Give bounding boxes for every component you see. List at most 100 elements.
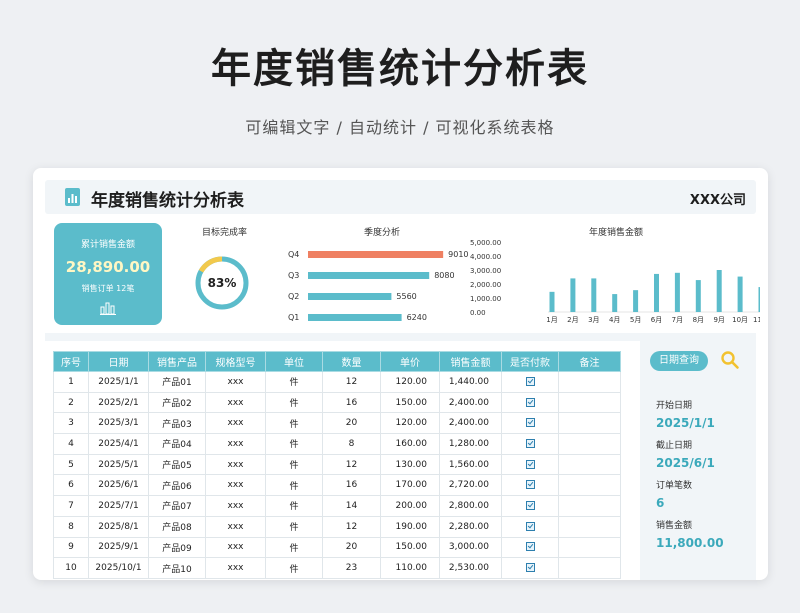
table-cell[interactable]: 件	[265, 495, 323, 517]
table-cell[interactable]: 6	[53, 474, 89, 497]
table-cell[interactable]: 1,440.00	[439, 371, 502, 393]
remark-cell[interactable]	[558, 557, 621, 579]
table-cell[interactable]: 2,280.00	[439, 515, 502, 538]
paid-checkbox[interactable]	[525, 397, 535, 407]
table-cell[interactable]: 2025/8/1	[88, 515, 149, 538]
paid-checkbox[interactable]	[525, 418, 535, 428]
table-cell[interactable]: 130.00	[380, 453, 440, 476]
table-cell[interactable]: 2025/7/1	[88, 495, 149, 517]
remark-cell[interactable]	[558, 515, 621, 538]
table-cell[interactable]: 2,530.00	[439, 557, 502, 579]
remark-cell[interactable]	[558, 412, 621, 435]
paid-checkbox[interactable]	[525, 521, 535, 531]
paid-checkbox-cell[interactable]	[501, 515, 559, 538]
paid-checkbox-cell[interactable]	[501, 371, 559, 393]
table-cell[interactable]: xxx	[205, 515, 266, 538]
table-cell[interactable]: 110.00	[380, 557, 440, 579]
table-cell[interactable]: 件	[265, 391, 323, 414]
paid-checkbox-cell[interactable]	[501, 536, 559, 559]
table-cell[interactable]: 产品01	[148, 371, 206, 393]
table-cell[interactable]: 件	[265, 474, 323, 497]
table-cell[interactable]: 1	[53, 371, 89, 393]
column-header[interactable]: 是否付款	[501, 351, 559, 372]
table-cell[interactable]: 20	[322, 412, 381, 435]
remark-cell[interactable]	[558, 433, 621, 455]
table-cell[interactable]: 产品02	[148, 391, 206, 414]
table-cell[interactable]: 20	[322, 536, 381, 559]
start-date-value[interactable]: 2025/1/1	[656, 416, 715, 430]
table-cell[interactable]: 12	[322, 453, 381, 476]
magnifier-icon[interactable]	[720, 350, 740, 370]
table-cell[interactable]: 150.00	[380, 391, 440, 414]
paid-checkbox[interactable]	[525, 376, 535, 386]
table-cell[interactable]: 3	[53, 412, 89, 435]
table-cell[interactable]: 160.00	[380, 433, 440, 455]
table-cell[interactable]: 14	[322, 495, 381, 517]
table-cell[interactable]: 2025/9/1	[88, 536, 149, 559]
paid-checkbox[interactable]	[525, 542, 535, 552]
table-cell[interactable]: 产品05	[148, 453, 206, 476]
table-row[interactable]: 2 2025/2/1 产品02 xxx 件 16 150.00 2,400.00	[53, 391, 621, 414]
paid-checkbox-cell[interactable]	[501, 391, 559, 414]
table-cell[interactable]: 2,800.00	[439, 495, 502, 517]
column-header[interactable]: 日期	[88, 351, 149, 372]
table-cell[interactable]: xxx	[205, 412, 266, 435]
table-cell[interactable]: 150.00	[380, 536, 440, 559]
table-cell[interactable]: 产品09	[148, 536, 206, 559]
table-cell[interactable]: xxx	[205, 371, 266, 393]
table-cell[interactable]: 产品08	[148, 515, 206, 538]
remark-cell[interactable]	[558, 391, 621, 414]
table-cell[interactable]: 23	[322, 557, 381, 579]
table-cell[interactable]: 产品06	[148, 474, 206, 497]
table-cell[interactable]: xxx	[205, 557, 266, 579]
table-cell[interactable]: xxx	[205, 391, 266, 414]
table-cell[interactable]: 3,000.00	[439, 536, 502, 559]
table-row[interactable]: 10 2025/10/1 产品10 xxx 件 23 110.00 2,530.00	[53, 557, 621, 579]
table-cell[interactable]: 12	[322, 371, 381, 393]
table-cell[interactable]: 120.00	[380, 371, 440, 393]
table-cell[interactable]: 件	[265, 433, 323, 455]
table-cell[interactable]: 5	[53, 453, 89, 476]
table-cell[interactable]: 件	[265, 515, 323, 538]
remark-cell[interactable]	[558, 536, 621, 559]
table-cell[interactable]: 2,400.00	[439, 391, 502, 414]
remark-cell[interactable]	[558, 474, 621, 497]
paid-checkbox[interactable]	[525, 480, 535, 490]
table-cell[interactable]: 2025/10/1	[88, 557, 149, 579]
table-row[interactable]: 4 2025/4/1 产品04 xxx 件 8 160.00 1,280.00	[53, 433, 621, 455]
column-header[interactable]: 销售产品	[148, 351, 206, 372]
table-cell[interactable]: 170.00	[380, 474, 440, 497]
table-cell[interactable]: 2,400.00	[439, 412, 502, 435]
table-row[interactable]: 6 2025/6/1 产品06 xxx 件 16 170.00 2,720.00	[53, 474, 621, 497]
table-cell[interactable]: xxx	[205, 433, 266, 455]
table-cell[interactable]: xxx	[205, 495, 266, 517]
paid-checkbox-cell[interactable]	[501, 453, 559, 476]
table-row[interactable]: 7 2025/7/1 产品07 xxx 件 14 200.00 2,800.00	[53, 495, 621, 517]
table-cell[interactable]: 120.00	[380, 412, 440, 435]
column-header[interactable]: 销售金额	[439, 351, 502, 372]
column-header[interactable]: 单位	[265, 351, 323, 372]
table-cell[interactable]: xxx	[205, 453, 266, 476]
column-header[interactable]: 规格型号	[205, 351, 266, 372]
table-cell[interactable]: 2025/2/1	[88, 391, 149, 414]
column-header[interactable]: 备注	[558, 351, 621, 372]
paid-checkbox-cell[interactable]	[501, 412, 559, 435]
paid-checkbox-cell[interactable]	[501, 495, 559, 517]
paid-checkbox-cell[interactable]	[501, 557, 559, 579]
table-cell[interactable]: 16	[322, 391, 381, 414]
table-cell[interactable]: 件	[265, 536, 323, 559]
table-cell[interactable]: 件	[265, 412, 323, 435]
table-cell[interactable]: xxx	[205, 536, 266, 559]
column-header[interactable]: 单价	[380, 351, 440, 372]
table-cell[interactable]: 件	[265, 453, 323, 476]
table-row[interactable]: 9 2025/9/1 产品09 xxx 件 20 150.00 3,000.00	[53, 536, 621, 559]
table-cell[interactable]: 4	[53, 433, 89, 455]
table-cell[interactable]: 9	[53, 536, 89, 559]
paid-checkbox[interactable]	[525, 459, 535, 469]
date-query-button[interactable]: 日期查询	[650, 351, 708, 371]
table-cell[interactable]: xxx	[205, 474, 266, 497]
paid-checkbox-cell[interactable]	[501, 433, 559, 455]
table-cell[interactable]: 10	[53, 557, 89, 579]
table-cell[interactable]: 8	[53, 515, 89, 538]
table-cell[interactable]: 8	[322, 433, 381, 455]
